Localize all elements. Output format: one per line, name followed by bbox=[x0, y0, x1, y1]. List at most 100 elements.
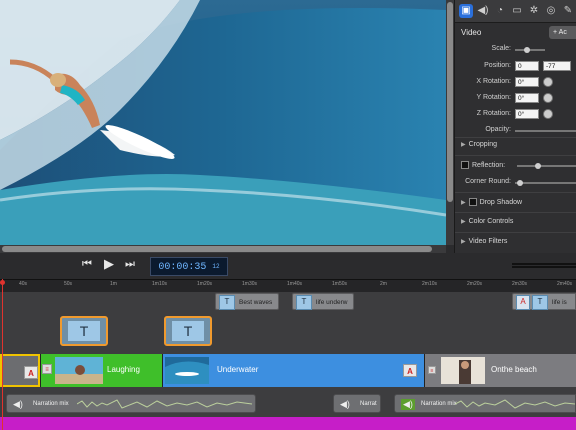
audio-clip[interactable]: ◀) Narration mix bbox=[6, 394, 256, 413]
video-filters-section[interactable]: ▶ Video Filters bbox=[461, 238, 507, 245]
disclosure-icon: ▶ bbox=[461, 239, 466, 245]
animation-icon: A bbox=[516, 295, 530, 310]
text-overlay-clip[interactable]: T bbox=[164, 316, 212, 346]
audio-level-meter bbox=[512, 263, 576, 269]
corner-round-label: Corner Round: bbox=[465, 178, 511, 185]
fast-forward-icon[interactable]: ⏭ bbox=[125, 258, 135, 271]
ruler-tick-label: 1m30s bbox=[242, 281, 258, 287]
audio-clip[interactable]: ◀) Narration mix bbox=[394, 394, 576, 413]
speed-icon[interactable]: ◔ bbox=[493, 4, 507, 18]
video-clip-on-the-beach[interactable]: ≡ Onthe beach bbox=[424, 354, 576, 387]
text-title-icon: T bbox=[532, 295, 548, 310]
z-rotation-knob[interactable] bbox=[543, 109, 553, 119]
timecode-display: 00:00:35 12 bbox=[150, 257, 228, 276]
title-clip[interactable]: T Best waves bbox=[215, 293, 279, 310]
position-x-field[interactable]: 0 bbox=[515, 61, 539, 71]
audio-icon[interactable]: ◀) bbox=[476, 4, 490, 18]
x-rotation-label: X Rotation: bbox=[476, 78, 511, 85]
annotation-icon[interactable]: ✎ bbox=[561, 4, 575, 18]
audio-clip[interactable]: ◀) Narrat bbox=[333, 394, 381, 413]
video-preview[interactable] bbox=[0, 0, 446, 245]
scale-slider-handle[interactable] bbox=[524, 47, 530, 53]
animation-icon: A bbox=[24, 366, 38, 379]
scroll-thumb[interactable] bbox=[447, 2, 453, 202]
rewind-icon[interactable]: ⏮ bbox=[82, 258, 92, 271]
x-rotation-field[interactable]: 0° bbox=[515, 77, 539, 87]
disclosure-icon: ▶ bbox=[461, 199, 466, 206]
z-rotation-field[interactable]: 0° bbox=[515, 109, 539, 119]
video-icon[interactable]: ▣ bbox=[459, 4, 473, 18]
play-icon[interactable]: ▶ bbox=[104, 256, 114, 272]
drop-shadow-row[interactable]: ▶ Drop Shadow bbox=[461, 198, 522, 206]
transport-bar: ⏮ ▶ ⏭ bbox=[0, 253, 576, 279]
opacity-slider[interactable] bbox=[515, 130, 576, 132]
clip-label: Laughing bbox=[107, 365, 140, 374]
speaker-icon: ◀) bbox=[340, 399, 350, 409]
x-rotation-knob[interactable] bbox=[543, 77, 553, 87]
title-clip[interactable]: A Tlife is bbox=[512, 293, 576, 310]
reflection-slider-handle[interactable] bbox=[535, 163, 541, 169]
corner-round-slider-handle[interactable] bbox=[517, 180, 523, 186]
ruler-tick-label: 2m20s bbox=[467, 281, 483, 287]
divider bbox=[455, 192, 576, 193]
drop-shadow-checkbox[interactable] bbox=[468, 198, 477, 206]
timecode-frames: 12 bbox=[212, 263, 220, 270]
audio-waveform bbox=[455, 399, 575, 409]
audio-clip-label: Narration mix bbox=[421, 401, 457, 407]
clip-label: Onthe beach bbox=[491, 365, 537, 374]
add-button[interactable]: + Ac bbox=[549, 26, 576, 39]
scroll-thumb[interactable] bbox=[2, 246, 432, 252]
clip-thumbnail bbox=[55, 357, 103, 384]
playhead-handle[interactable] bbox=[0, 280, 5, 285]
color-controls-section[interactable]: ▶ Color Controls bbox=[461, 218, 513, 225]
divider bbox=[455, 232, 576, 233]
selected-clip[interactable]: A bbox=[0, 354, 40, 387]
y-rotation-field[interactable]: 0° bbox=[515, 93, 539, 103]
disclosure-icon: ▶ bbox=[461, 142, 466, 148]
screen-icon[interactable]: ▭ bbox=[510, 4, 524, 18]
scale-label: Scale: bbox=[491, 45, 511, 52]
video-filters-label: Video Filters bbox=[468, 238, 508, 245]
transition-icon[interactable]: ◎ bbox=[544, 4, 558, 18]
speaker-icon: ◀) bbox=[401, 399, 415, 410]
preview-vertical-scrollbar[interactable] bbox=[446, 0, 454, 245]
corner-round-slider[interactable] bbox=[515, 182, 576, 184]
ruler-tick-label: 1m20s bbox=[197, 281, 213, 287]
playhead[interactable] bbox=[2, 279, 3, 430]
position-y-field[interactable]: -77 bbox=[543, 61, 571, 71]
position-label: Position: bbox=[484, 62, 511, 69]
text-title-icon: T bbox=[172, 321, 204, 341]
timeline-ruler[interactable]: 40s 50s 1m 1m10s 1m20s 1m30s 1m40s 1m50s… bbox=[0, 279, 576, 293]
transition-icon: ≡ bbox=[428, 366, 436, 374]
cropping-section[interactable]: ▶ Cropping bbox=[461, 141, 497, 148]
y-rotation-knob[interactable] bbox=[543, 93, 553, 103]
ruler-tick-label: 2m10s bbox=[422, 281, 438, 287]
video-clip-laughing[interactable]: ≡ Laughing bbox=[40, 354, 162, 387]
transition-icon: ≡ bbox=[42, 364, 52, 374]
ruler-tick-label: 2m bbox=[380, 281, 387, 287]
text-overlay-clip[interactable]: T bbox=[60, 316, 108, 346]
filter-icon[interactable]: ✲ bbox=[527, 4, 541, 18]
video-clip-underwater[interactable]: Underwater A bbox=[162, 354, 424, 387]
title-clip-label: life underw bbox=[316, 299, 348, 306]
track-bar[interactable] bbox=[0, 417, 576, 430]
clip-thumbnail bbox=[441, 357, 485, 384]
title-clip[interactable]: Tlife underw bbox=[292, 293, 354, 310]
reflection-checkbox[interactable] bbox=[461, 161, 469, 169]
audio-clip-label: Narrat bbox=[360, 401, 377, 407]
speaker-icon: ◀) bbox=[13, 399, 23, 409]
ruler-tick-label: 1m40s bbox=[287, 281, 303, 287]
scale-slider[interactable] bbox=[515, 49, 545, 51]
reflection-slider[interactable] bbox=[517, 165, 576, 167]
z-rotation-label: Z Rotation: bbox=[476, 110, 511, 117]
preview-horizontal-scrollbar[interactable] bbox=[0, 245, 446, 253]
inspector-section-title: Video bbox=[461, 28, 482, 37]
ruler-tick-label: 50s bbox=[64, 281, 73, 287]
text-title-icon: T bbox=[68, 321, 100, 341]
inspector-tabs: ▣ ◀) ◔ ▭ ✲ ◎ ✎ bbox=[455, 0, 576, 23]
text-title-icon: T bbox=[296, 295, 312, 310]
reflection-row[interactable]: Reflection: bbox=[461, 161, 505, 169]
title-clip-label: Best waves bbox=[239, 299, 273, 306]
ruler-tick-label: 1m10s bbox=[152, 281, 168, 287]
ruler-tick-label: 2m40s bbox=[557, 281, 573, 287]
